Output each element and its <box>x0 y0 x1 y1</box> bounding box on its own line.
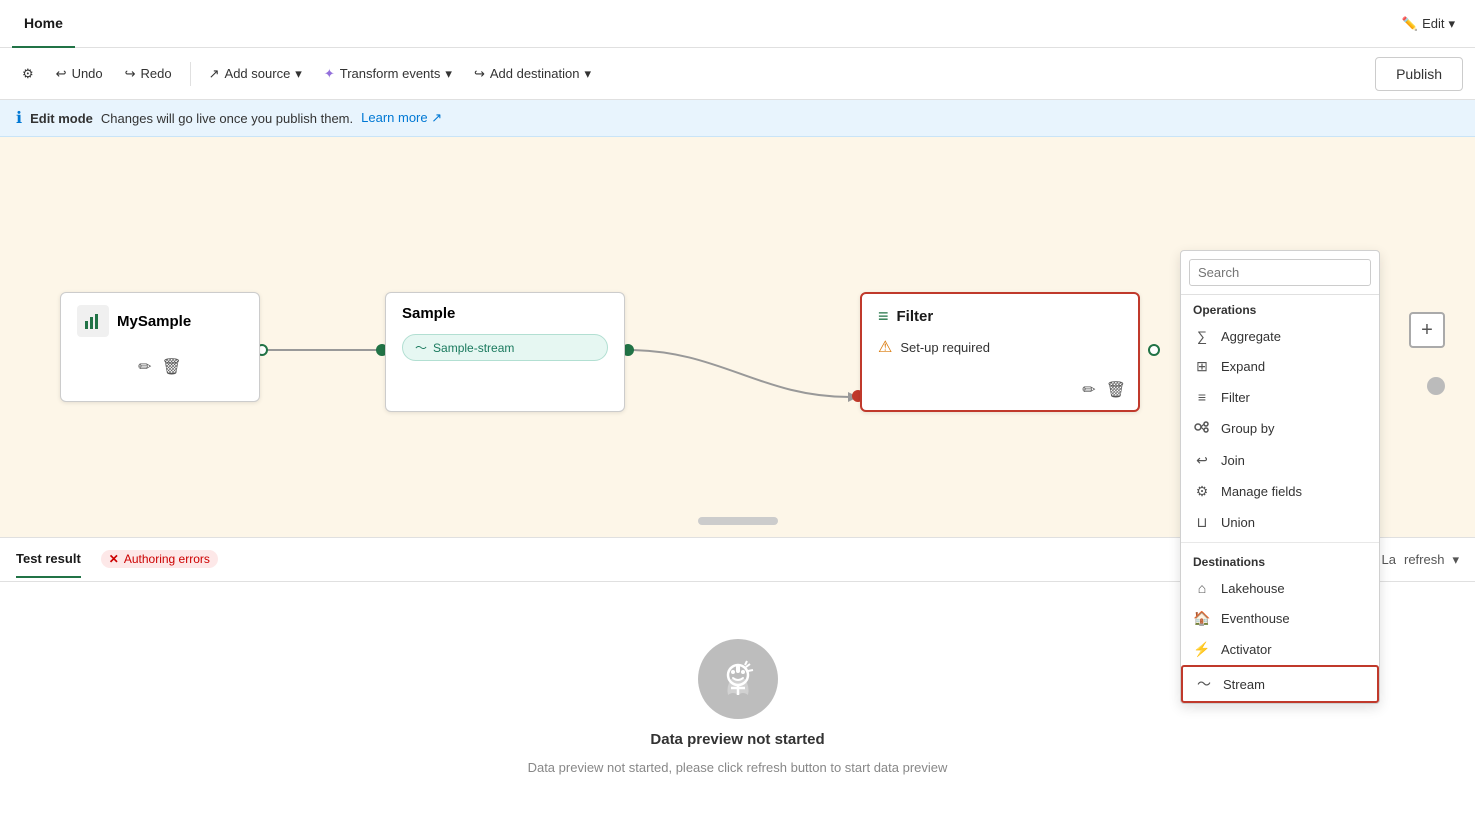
filter-title: ≡ Filter <box>878 306 1122 327</box>
dropdown-item-groupby[interactable]: Group by <box>1181 412 1379 445</box>
lakehouse-icon: ⌂ <box>1193 580 1211 596</box>
toolbar: ⚙ ↩ Undo ↪ Redo ↗ Add source ▾ ✦ Transfo… <box>0 48 1475 100</box>
node-mysample[interactable]: MySample ✏ 🗑 <box>60 292 260 402</box>
edit-mode-label: Edit mode <box>30 111 93 126</box>
tab-home[interactable]: Home <box>12 0 75 48</box>
empty-state-title: Data preview not started <box>650 731 824 748</box>
transform-icon: ✦ <box>324 66 335 82</box>
filter-icon: ≡ <box>878 306 889 327</box>
join-icon: ↩ <box>1193 452 1211 469</box>
gear-button[interactable]: ⚙ <box>12 60 44 88</box>
filter-edit-icon[interactable]: ✏ <box>1082 380 1095 400</box>
stream-icon: 〜 <box>1195 674 1213 694</box>
redo-button[interactable]: ↪ Redo <box>115 60 182 88</box>
info-bar: ℹ Edit mode Changes will go live once yo… <box>0 100 1475 137</box>
node-sample[interactable]: Sample 〜 Sample-stream <box>385 292 625 412</box>
add-source-button[interactable]: ↗ Add source ▾ <box>199 60 312 88</box>
add-node-button[interactable]: + <box>1409 312 1445 348</box>
warning-icon: ⚠ <box>878 337 892 357</box>
transform-events-button[interactable]: ✦ Transform events ▾ <box>314 60 462 88</box>
bottom-tab-right: La refresh ▾ <box>1382 552 1459 568</box>
search-input[interactable] <box>1189 259 1371 286</box>
learn-more-link[interactable]: Learn more ↗ <box>361 110 442 126</box>
publish-button[interactable]: Publish <box>1375 57 1463 91</box>
undo-icon: ↩ <box>56 66 67 82</box>
edit-mode-message: Changes will go live once you publish th… <box>101 111 353 126</box>
refresh-label[interactable]: refresh <box>1404 552 1444 567</box>
pencil-icon: ✏️ <box>1402 16 1418 32</box>
mysample-actions: ✏ 🗑 <box>77 357 243 377</box>
groupby-icon <box>1193 419 1211 438</box>
error-x-icon: ✕ <box>109 552 119 566</box>
activator-icon: ⚡ <box>1193 641 1211 658</box>
redo-icon: ↪ <box>125 66 136 82</box>
mysample-title: MySample <box>77 305 243 337</box>
filter-actions: ✏ 🗑 <box>1082 380 1126 400</box>
sample-title: Sample <box>402 305 608 322</box>
destination-icon: ↪ <box>474 66 485 82</box>
gear-icon: ⚙ <box>22 66 34 82</box>
dropdown-item-manage-fields[interactable]: ⚙ Manage fields <box>1181 476 1379 507</box>
sample-stream-badge: 〜 Sample-stream <box>402 334 608 361</box>
section-divider <box>1181 542 1379 543</box>
chevron-down-icon: ▾ <box>445 66 452 82</box>
dropdown-search <box>1181 251 1379 295</box>
manage-fields-icon: ⚙ <box>1193 483 1211 500</box>
dropdown-item-expand[interactable]: ⊞ Expand <box>1181 351 1379 382</box>
node-filter[interactable]: ≡ Filter ⚠ Set-up required ✏ 🗑 <box>860 292 1140 412</box>
top-nav: Home ✏️ Edit ▾ <box>0 0 1475 48</box>
external-link-icon: ↗ <box>431 110 442 125</box>
operations-section-label: Operations <box>1181 295 1379 321</box>
error-badge: ✕ Authoring errors <box>101 550 218 568</box>
chevron-down-icon: ▾ <box>1448 16 1455 32</box>
aggregate-icon: ∑ <box>1193 328 1211 344</box>
filter-warning: ⚠ Set-up required <box>878 337 1122 357</box>
dropdown-item-join[interactable]: ↩ Join <box>1181 445 1379 476</box>
mysample-icon <box>77 305 109 337</box>
filter-delete-icon[interactable]: 🗑 <box>1106 380 1126 400</box>
dropdown-panel: Operations ∑ Aggregate ⊞ Expand ≡ Filter… <box>1180 250 1380 704</box>
empty-state-subtitle: Data preview not started, please click r… <box>528 760 948 775</box>
dropdown-item-union[interactable]: ⊔ Union <box>1181 507 1379 538</box>
edit-icon[interactable]: ✏ <box>138 357 151 377</box>
dropdown-item-activator[interactable]: ⚡ Activator <box>1181 634 1379 665</box>
chevron-down-icon: ▾ <box>295 66 302 82</box>
chevron-down-icon[interactable]: ▾ <box>1452 552 1459 568</box>
add-destination-button[interactable]: ↪ Add destination ▾ <box>464 60 601 88</box>
tab-test-result[interactable]: Test result <box>16 541 81 578</box>
dropdown-item-aggregate[interactable]: ∑ Aggregate <box>1181 321 1379 351</box>
zoom-area <box>1427 377 1445 395</box>
undo-button[interactable]: ↩ Undo <box>46 60 113 88</box>
eventhouse-icon: 🏠 <box>1193 610 1211 627</box>
destinations-section-label: Destinations <box>1181 547 1379 573</box>
delete-icon[interactable]: 🗑 <box>162 357 182 377</box>
tab-authoring-errors[interactable]: ✕ Authoring errors <box>101 540 218 580</box>
edit-button[interactable]: ✏️ Edit ▾ <box>1394 12 1463 36</box>
add-source-icon: ↗ <box>209 66 220 82</box>
scroll-indicator <box>698 517 778 525</box>
dropdown-item-filter[interactable]: ≡ Filter <box>1181 382 1379 412</box>
dropdown-item-eventhouse[interactable]: 🏠 Eventhouse <box>1181 603 1379 634</box>
info-icon: ℹ <box>16 108 22 128</box>
expand-icon: ⊞ <box>1193 358 1211 375</box>
zoom-indicator <box>1427 377 1445 395</box>
connector-dot-filter-out <box>1148 344 1160 356</box>
separator <box>190 62 191 86</box>
filter-icon: ≡ <box>1193 389 1211 405</box>
dropdown-item-lakehouse[interactable]: ⌂ Lakehouse <box>1181 573 1379 603</box>
chevron-down-icon: ▾ <box>584 66 591 82</box>
dropdown-item-stream[interactable]: 〜 Stream <box>1181 665 1379 703</box>
stream-icon: 〜 <box>415 339 427 356</box>
union-icon: ⊔ <box>1193 514 1211 531</box>
empty-state-icon <box>698 639 778 719</box>
